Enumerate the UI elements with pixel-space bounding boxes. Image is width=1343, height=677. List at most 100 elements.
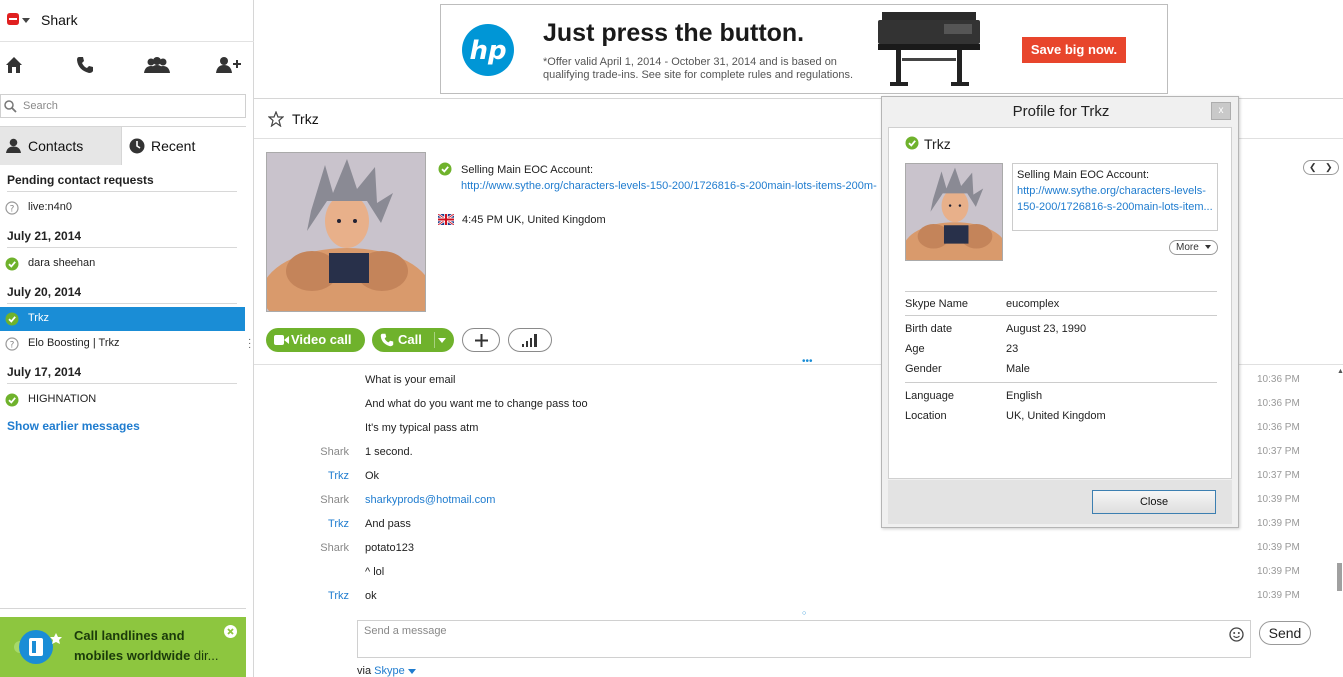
chevron-down-icon bbox=[1205, 245, 1211, 249]
call-quality-button[interactable] bbox=[508, 328, 552, 352]
search-box[interactable] bbox=[0, 94, 246, 118]
message-sender[interactable]: Shark bbox=[320, 446, 349, 458]
video-call-button[interactable]: Video call bbox=[266, 328, 365, 352]
list-item[interactable]: Elo Boosting | Trkz bbox=[0, 332, 245, 356]
dialog-close-button[interactable]: x bbox=[1211, 102, 1231, 120]
profile-name: Trkz bbox=[924, 136, 951, 152]
promo-banner[interactable]: Call landlines and mobiles worldwide dir… bbox=[0, 617, 246, 677]
tab-contacts[interactable]: Contacts bbox=[0, 127, 121, 165]
star-favorite-icon[interactable] bbox=[268, 111, 284, 127]
show-earlier-link[interactable]: Show earlier messages bbox=[7, 419, 140, 433]
ad-cta-button[interactable]: Save big now. bbox=[1022, 37, 1126, 63]
mood-link[interactable]: http://www.sythe.org/characters-levels-1… bbox=[461, 180, 881, 192]
scrollbar-thumb[interactable] bbox=[1337, 563, 1342, 591]
chevron-down-icon[interactable] bbox=[438, 338, 446, 343]
divider bbox=[7, 383, 237, 384]
hp-logo-icon: hp bbox=[461, 23, 515, 77]
field-value: 23 bbox=[1006, 343, 1019, 355]
message-row: Shark potato123 10:39 PM bbox=[254, 537, 1343, 561]
message-time: 10:37 PM bbox=[1257, 470, 1300, 481]
field-value: eucomplex bbox=[1006, 298, 1060, 310]
message-sender[interactable]: Shark bbox=[320, 494, 349, 506]
scroll-up-icon[interactable]: ▲ bbox=[1337, 368, 1343, 375]
divider bbox=[0, 608, 246, 609]
message-row: ^ lol 10:39 PM bbox=[254, 561, 1343, 585]
add-contact-icon[interactable] bbox=[216, 56, 242, 74]
message-text: ^ lol bbox=[365, 566, 385, 578]
more-button[interactable]: More bbox=[1169, 240, 1218, 255]
message-text: ok bbox=[365, 590, 377, 602]
list-item[interactable]: live:n4n0 bbox=[0, 196, 245, 220]
more-label: More bbox=[1176, 242, 1199, 253]
message-time: 10:37 PM bbox=[1257, 446, 1300, 457]
skype-status-icon[interactable] bbox=[5, 12, 21, 26]
message-time: 10:36 PM bbox=[1257, 374, 1300, 385]
online-status-icon bbox=[905, 136, 919, 150]
field-label: Gender bbox=[905, 363, 942, 375]
promo-line-1: Call landlines and bbox=[74, 628, 185, 643]
home-icon[interactable] bbox=[5, 56, 23, 74]
via-skype-link[interactable]: Skype bbox=[374, 665, 405, 677]
list-item[interactable]: dara sheehan bbox=[0, 252, 245, 276]
promo-text: Call landlines and mobiles worldwide dir… bbox=[74, 626, 218, 666]
chevron-right-icon[interactable]: ❯ bbox=[1325, 161, 1333, 174]
local-time-text: 4:45 PM UK, United Kingdom bbox=[462, 214, 606, 226]
user-name[interactable]: Shark bbox=[41, 12, 78, 28]
call-button[interactable]: Call bbox=[372, 328, 454, 352]
list-item[interactable]: HIGHNATION bbox=[0, 388, 245, 412]
skype-credit-icon bbox=[14, 627, 66, 667]
emoticon-icon[interactable] bbox=[1229, 627, 1244, 642]
contact-avatar[interactable] bbox=[266, 152, 426, 312]
list-item-selected[interactable]: Trkz bbox=[0, 307, 245, 331]
contact-name: dara sheehan bbox=[28, 257, 96, 269]
ad-fine-print: *Offer valid April 1, 2014 - October 31,… bbox=[543, 56, 854, 81]
message-sender[interactable]: Trkz bbox=[328, 470, 349, 482]
promo-line-2: mobiles worldwide bbox=[74, 648, 191, 663]
contacts-group-icon[interactable] bbox=[144, 56, 170, 74]
message-row: Trkz ok 10:39 PM bbox=[254, 585, 1343, 609]
close-button[interactable]: Close bbox=[1092, 490, 1216, 514]
date-header: July 20, 2014 bbox=[7, 285, 82, 299]
typing-indicator: ○ bbox=[802, 610, 807, 617]
profile-field-location: Location UK, United Kingdom bbox=[905, 410, 1217, 428]
chevron-down-icon[interactable] bbox=[22, 18, 30, 23]
add-to-conversation-button[interactable] bbox=[462, 328, 500, 352]
search-input[interactable] bbox=[23, 98, 238, 114]
profile-field-language: Language English bbox=[905, 390, 1217, 408]
profile-mood-link[interactable]: http://www.sythe.org/characters-levels-1… bbox=[1017, 183, 1213, 215]
message-time: 10:39 PM bbox=[1257, 518, 1300, 529]
field-value: English bbox=[1006, 390, 1043, 402]
ad-headline: Just press the button. bbox=[543, 19, 805, 47]
profile-footer: Close bbox=[888, 480, 1232, 524]
message-time: 10:36 PM bbox=[1257, 422, 1300, 433]
online-status-icon bbox=[5, 393, 19, 407]
compose-box[interactable] bbox=[357, 620, 1251, 658]
profile-mood-text: Selling Main EOC Account: bbox=[1017, 169, 1150, 181]
divider bbox=[7, 303, 237, 304]
message-email-link[interactable]: sharkyprods@hotmail.com bbox=[365, 494, 495, 506]
plus-icon bbox=[475, 334, 488, 347]
ad-banner[interactable]: hp Just press the button. *Offer valid A… bbox=[440, 4, 1168, 94]
clock-icon bbox=[129, 138, 145, 154]
message-time: 10:39 PM bbox=[1257, 566, 1300, 577]
chevron-down-icon[interactable] bbox=[407, 668, 416, 674]
message-input[interactable] bbox=[364, 625, 1224, 653]
mood-nav-arrows[interactable]: ❮ ❯ bbox=[1303, 160, 1339, 175]
tab-bar: Contacts Recent bbox=[0, 126, 246, 165]
via-selector[interactable]: via Skype bbox=[357, 665, 416, 677]
message-sender[interactable]: Trkz bbox=[328, 518, 349, 530]
chevron-left-icon[interactable]: ❮ bbox=[1309, 161, 1317, 174]
message-sender[interactable]: Trkz bbox=[328, 590, 349, 602]
close-icon[interactable] bbox=[224, 625, 237, 638]
splitter-handle[interactable]: ••• bbox=[802, 356, 813, 367]
message-text: What is your email bbox=[365, 374, 456, 386]
send-button[interactable]: Send bbox=[1259, 621, 1311, 645]
field-value: UK, United Kingdom bbox=[1006, 410, 1106, 422]
message-sender[interactable]: Shark bbox=[320, 542, 349, 554]
pending-header: Pending contact requests bbox=[7, 173, 154, 187]
tab-recent[interactable]: Recent bbox=[121, 127, 246, 165]
resize-handle[interactable]: · · · bbox=[248, 335, 251, 353]
online-status-icon bbox=[5, 257, 19, 271]
scrollbar[interactable]: ▲ bbox=[1336, 368, 1343, 608]
phone-icon[interactable] bbox=[76, 56, 94, 74]
